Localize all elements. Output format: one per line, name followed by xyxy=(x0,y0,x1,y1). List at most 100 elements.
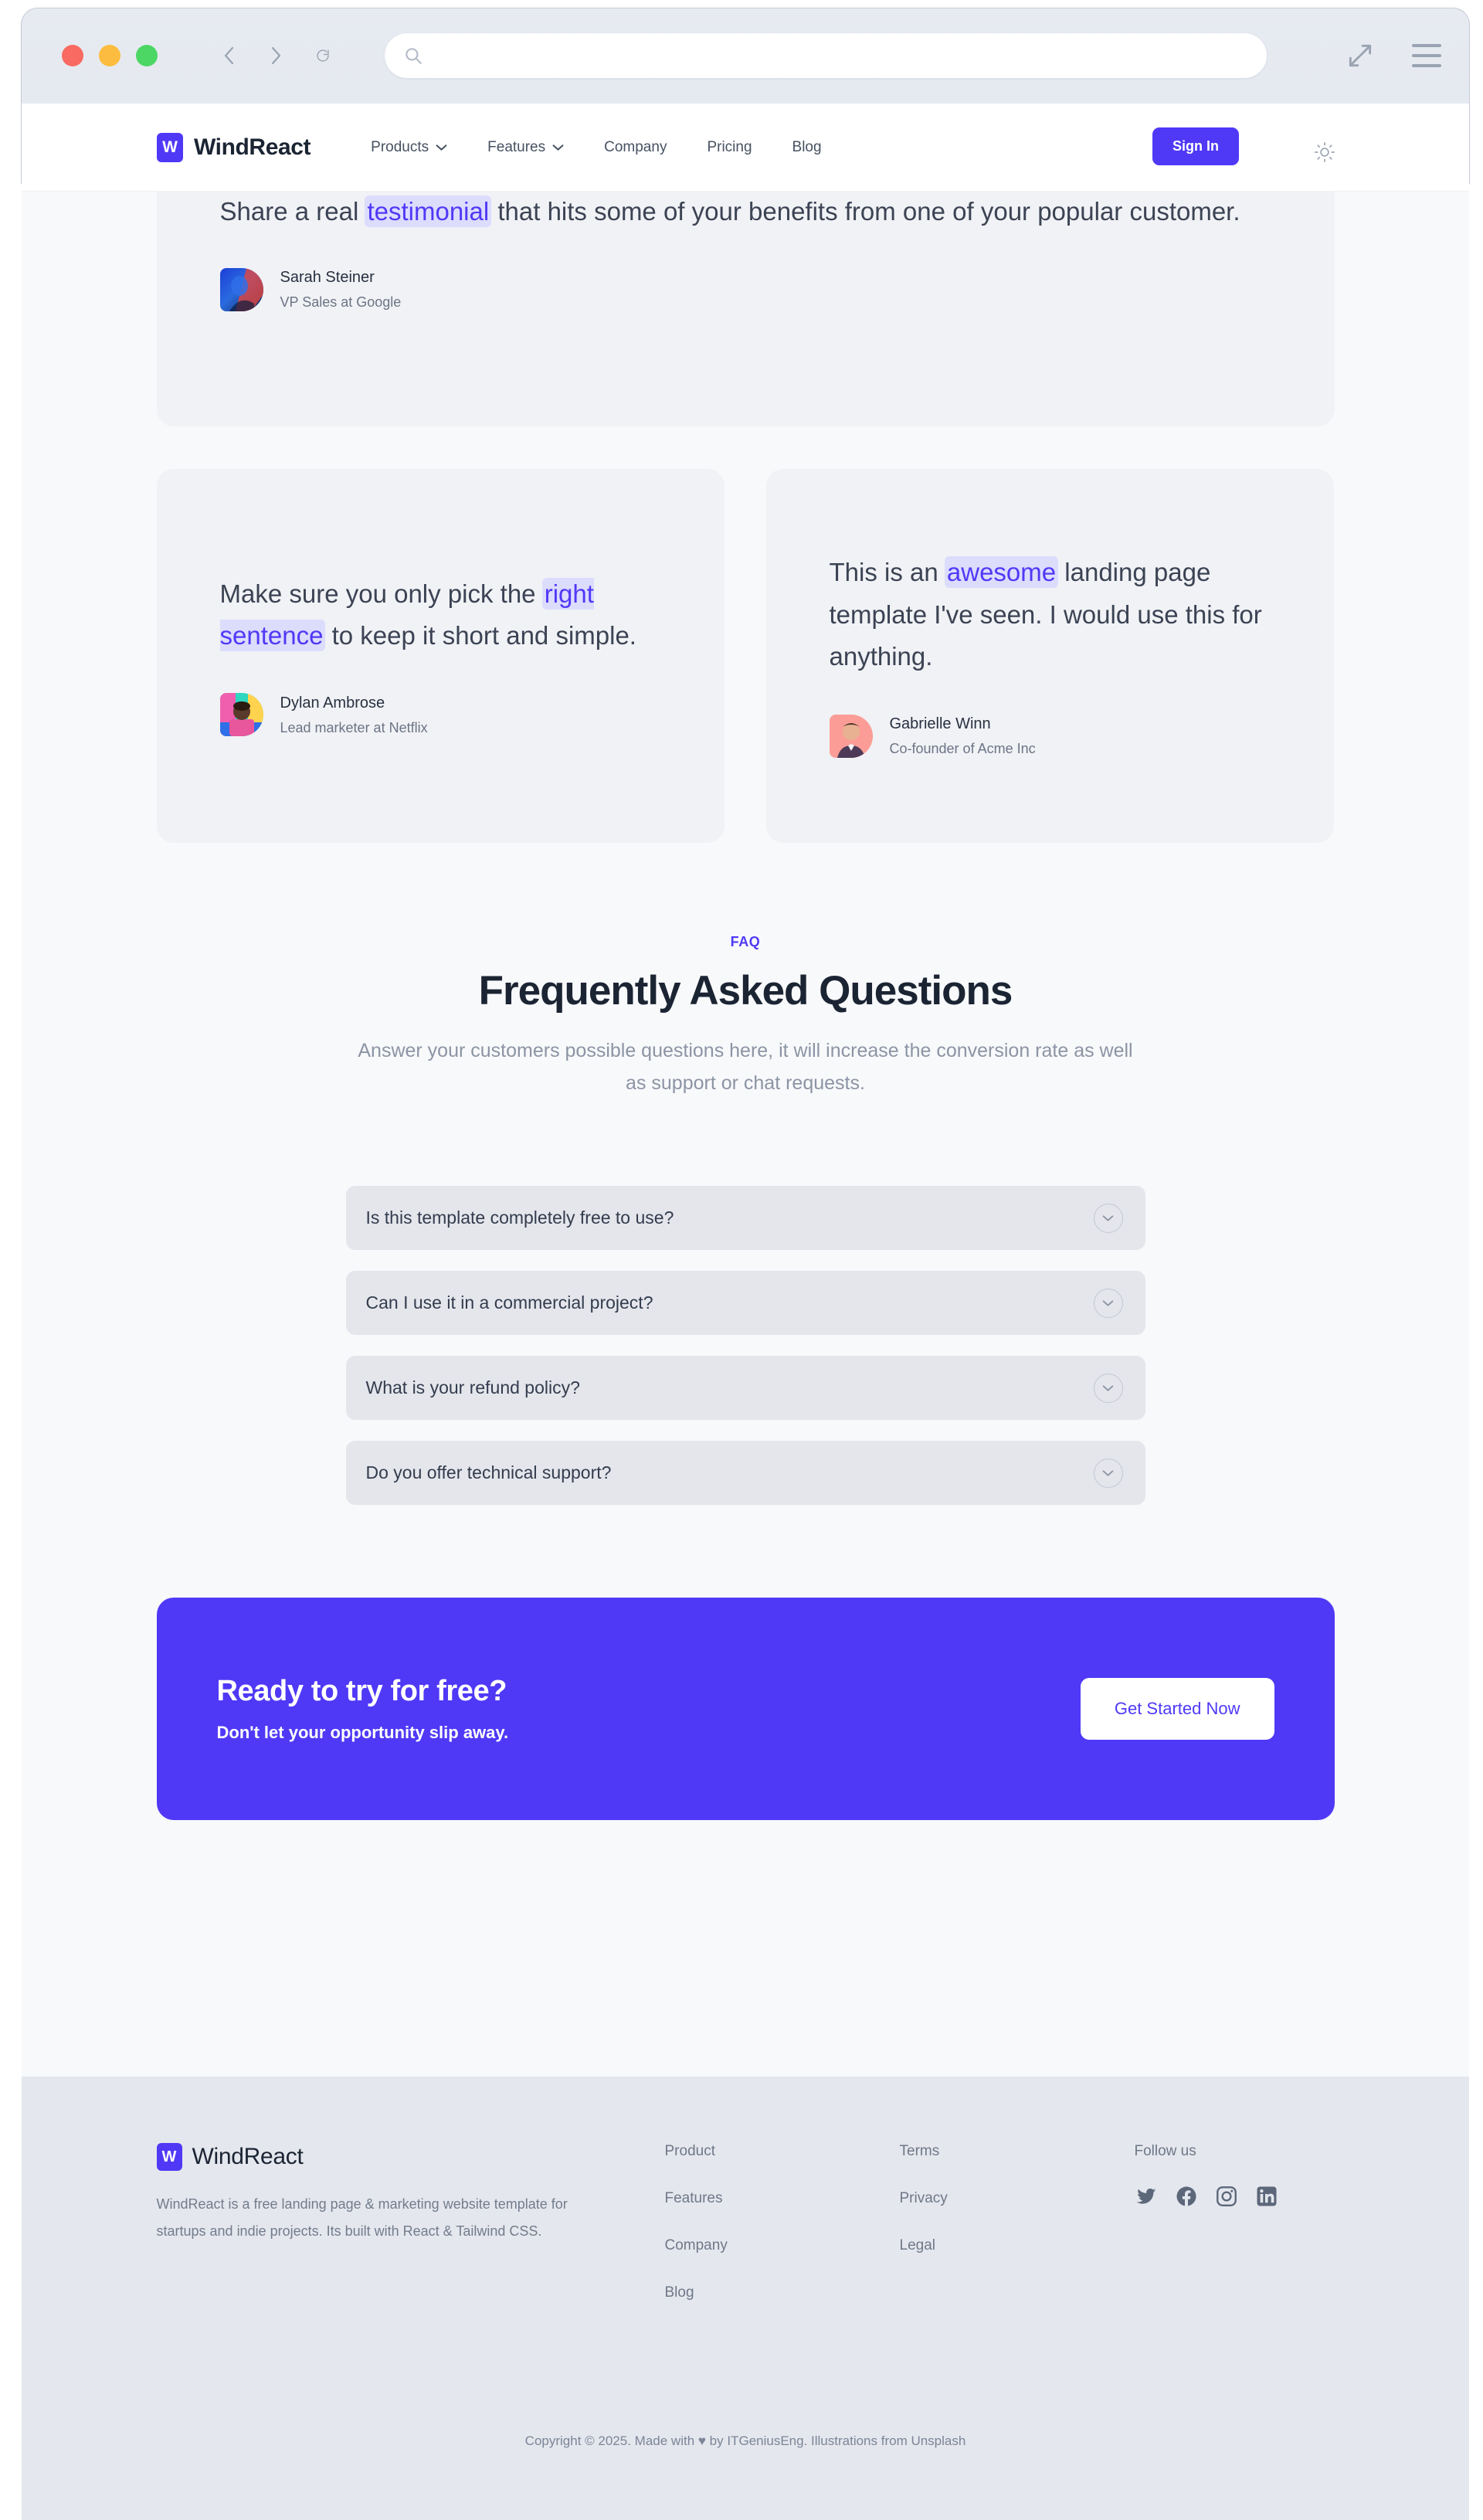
testimonial-quote: This is an awesome landing page template… xyxy=(830,552,1271,678)
faq-question: What is your refund policy? xyxy=(365,1377,580,1398)
faq-item[interactable]: Can I use it in a commercial project? xyxy=(345,1271,1145,1335)
sun-icon[interactable] xyxy=(1310,138,1339,167)
chevron-down-icon xyxy=(436,139,447,156)
quote-highlight: testimonial xyxy=(365,195,492,227)
minimize-window-button[interactable] xyxy=(99,45,120,66)
faq-item[interactable]: Is this template completely free to use? xyxy=(345,1186,1145,1250)
faq-section: FAQ Frequently Asked Questions Answer yo… xyxy=(157,934,1335,1505)
linkedin-icon[interactable] xyxy=(1255,2185,1278,2212)
footer-link-features[interactable]: Features xyxy=(665,2190,728,2207)
faq-item[interactable]: Do you offer technical support? xyxy=(345,1441,1145,1505)
faq-question: Is this template completely free to use? xyxy=(365,1207,674,1228)
sign-in-button[interactable]: Sign In xyxy=(1152,127,1239,165)
nav-link-label: Blog xyxy=(792,138,822,155)
footer-column-product: Product Features Company Blog xyxy=(665,2143,728,2332)
testimonial-card: This is an awesome landing page template… xyxy=(765,469,1334,843)
faq-question: Do you offer technical support? xyxy=(365,1462,612,1482)
nav-link-blog[interactable]: Blog xyxy=(772,139,842,156)
footer-link-company[interactable]: Company xyxy=(665,2237,728,2254)
chevron-down-icon[interactable] xyxy=(1093,1458,1123,1488)
author-name: Gabrielle Winn xyxy=(889,715,991,732)
follow-us-heading: Follow us xyxy=(1134,2143,1196,2159)
avatar xyxy=(219,693,263,737)
author-name: Sarah Steiner xyxy=(280,269,375,287)
author-role: Lead marketer at Netflix xyxy=(280,719,428,735)
quote-highlight: awesome xyxy=(944,556,1059,589)
quote-text-before: This is an xyxy=(829,558,945,587)
testimonial-card: Make sure you only pick the right senten… xyxy=(156,469,725,843)
author-role: Co-founder of Acme Inc xyxy=(889,740,1036,756)
copyright-text: Copyright © 2025. Made with ♥ by ITGeniu… xyxy=(524,2433,966,2448)
testimonial-author: Dylan Ambrose Lead marketer at Netflix xyxy=(219,691,661,739)
footer-link-product[interactable]: Product xyxy=(665,2143,728,2160)
forward-button[interactable] xyxy=(263,41,289,70)
testimonial-author: Sarah Steiner VP Sales at Google xyxy=(219,266,1271,314)
browser-address-bar[interactable] xyxy=(385,33,1267,78)
window-traffic-lights xyxy=(62,45,158,66)
faq-question: Can I use it in a commercial project? xyxy=(365,1292,653,1313)
reload-button[interactable] xyxy=(309,41,337,70)
faq-accordion: Is this template completely free to use?… xyxy=(345,1186,1145,1505)
cta-title: Ready to try for free? xyxy=(216,1675,507,1707)
footer-brand-name: WindReact xyxy=(192,2144,304,2169)
footer-link-blog[interactable]: Blog xyxy=(665,2284,728,2301)
social-links xyxy=(1135,2185,1278,2212)
faq-eyebrow: FAQ xyxy=(730,934,761,949)
nav-link-company[interactable]: Company xyxy=(584,139,687,156)
chevron-down-icon xyxy=(552,139,564,156)
nav-link-pricing[interactable]: Pricing xyxy=(687,139,772,156)
nav-link-label: Features xyxy=(487,138,546,155)
brand-name: WindReact xyxy=(194,134,311,160)
avatar xyxy=(219,268,263,312)
testimonial-card-wide: Share a real testimonial that hits some … xyxy=(156,192,1335,426)
testimonial-quote: Make sure you only pick the right senten… xyxy=(219,573,661,657)
nav-link-label: Products xyxy=(371,138,429,155)
logo-mark-icon: W xyxy=(157,132,183,162)
footer-link-terms[interactable]: Terms xyxy=(900,2143,948,2160)
nav-link-products[interactable]: Products xyxy=(351,139,467,156)
back-button[interactable] xyxy=(216,41,243,70)
facebook-icon[interactable] xyxy=(1175,2185,1198,2212)
site-footer: W WindReact WindReact is a free landing … xyxy=(22,2077,1469,2520)
footer-column-social: Follow us xyxy=(1135,2143,1278,2212)
quote-text-before: Make sure you only pick the xyxy=(219,579,543,608)
footer-link-legal[interactable]: Legal xyxy=(900,2237,948,2254)
footer-description: WindReact is a free landing page & marke… xyxy=(156,2196,568,2239)
author-name: Dylan Ambrose xyxy=(280,694,385,712)
browser-navigation-controls xyxy=(216,41,337,70)
url-input[interactable] xyxy=(423,33,1267,78)
close-window-button[interactable] xyxy=(62,45,83,66)
expand-arrows-icon[interactable] xyxy=(1346,41,1375,74)
quote-text-after: that hits some of your benefits from one… xyxy=(490,197,1240,226)
nav-link-features[interactable]: Features xyxy=(467,139,584,156)
cta-banner: Ready to try for free? Don't let your op… xyxy=(156,1598,1335,1820)
twitter-icon[interactable] xyxy=(1135,2185,1158,2212)
instagram-icon[interactable] xyxy=(1215,2185,1238,2212)
author-role: VP Sales at Google xyxy=(280,294,402,311)
nav-link-label: Pricing xyxy=(707,138,752,155)
quote-text-after: to keep it short and simple. xyxy=(324,621,636,650)
testimonial-author: Gabrielle Winn Co-founder of Acme Inc xyxy=(829,712,1271,760)
brand-logo[interactable]: W WindReact xyxy=(157,132,311,162)
chevron-down-icon[interactable] xyxy=(1093,1288,1123,1318)
logo-mark-icon: W xyxy=(156,2143,182,2171)
maximize-window-button[interactable] xyxy=(136,45,158,66)
faq-subtitle: Answer your customers possible questions… xyxy=(358,1040,1133,1094)
search-icon xyxy=(403,46,423,66)
cta-text: Ready to try for free? Don't let your op… xyxy=(217,1675,509,1743)
faq-title: Frequently Asked Questions xyxy=(478,968,1013,1014)
testimonial-quote: Share a real testimonial that hits some … xyxy=(220,192,1271,232)
get-started-button[interactable]: Get Started Now xyxy=(1080,1678,1274,1740)
site-navbar: W WindReact Products Features Company Pr… xyxy=(22,104,1469,192)
hamburger-menu-icon[interactable] xyxy=(1412,44,1441,67)
chevron-down-icon[interactable] xyxy=(1093,1373,1123,1403)
faq-item[interactable]: What is your refund policy? xyxy=(345,1356,1145,1420)
footer-link-privacy[interactable]: Privacy xyxy=(900,2190,948,2207)
nav-links: Products Features Company Pricing Blog xyxy=(351,139,841,156)
page-content: Share a real testimonial that hits some … xyxy=(22,192,1469,2520)
testimonial-row: Make sure you only pick the right senten… xyxy=(156,469,1335,843)
avatar xyxy=(829,714,873,758)
cta-subtitle: Don't let your opportunity slip away. xyxy=(216,1723,509,1742)
footer-column-legal: Terms Privacy Legal xyxy=(900,2143,948,2284)
chevron-down-icon[interactable] xyxy=(1093,1203,1123,1233)
